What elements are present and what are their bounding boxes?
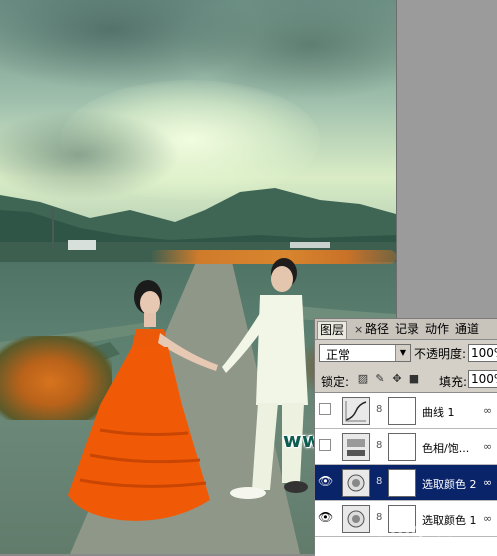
layer-row-curves[interactable]: 8 曲线 1 ∞: [315, 393, 497, 429]
fill-label: 填充:: [439, 375, 468, 389]
layer-row-selective-color-2[interactable]: 👁 8 选取颜色 2 ∞: [315, 465, 497, 501]
visibility-toggle[interactable]: [319, 439, 331, 451]
lock-label: 锁定:: [321, 375, 350, 389]
link-icon: ∞: [483, 404, 493, 417]
tab-channels[interactable]: 通道: [453, 321, 481, 338]
layer-name: 选取颜色 2: [422, 478, 477, 491]
tab-paths[interactable]: 路径: [363, 321, 391, 338]
layer-row-hue-saturation[interactable]: 8 色相/饱... ∞: [315, 429, 497, 465]
link-icon: ∞: [483, 476, 493, 489]
layer-name: 曲线 1: [422, 406, 455, 419]
eye-icon[interactable]: 👁: [318, 510, 333, 524]
opacity-input[interactable]: 100%: [468, 344, 497, 362]
selective-color-icon: [342, 469, 370, 497]
blend-mode-select[interactable]: 正常 ▼: [319, 344, 411, 362]
lock-transparency-icon[interactable]: ▨: [357, 373, 369, 385]
layers-panel: 图层 × 路径 记录 动作 通道 正常 ▼ 不透明度: 100% 锁定: ▨ ✎…: [314, 318, 497, 556]
tab-actions[interactable]: 动作: [423, 321, 451, 338]
hue-saturation-icon: [342, 433, 370, 461]
eye-icon[interactable]: 👁: [318, 474, 333, 488]
opacity-label: 不透明度:: [414, 347, 467, 361]
layer-mask-thumbnail[interactable]: [388, 469, 416, 497]
tab-layers[interactable]: 图层: [317, 321, 348, 339]
fill-input[interactable]: 100%: [468, 370, 497, 388]
link-icon: ∞: [483, 440, 493, 453]
chain-icon[interactable]: 8: [376, 404, 382, 415]
blend-mode-value: 正常: [326, 348, 351, 362]
lock-icon[interactable]: ■: [408, 373, 420, 385]
panel-tab-strip: 图层 × 路径 记录 动作 通道: [315, 319, 497, 340]
brush-icon[interactable]: ✎: [374, 373, 386, 385]
chain-icon[interactable]: 8: [376, 476, 382, 487]
layer-mask-thumbnail[interactable]: [388, 397, 416, 425]
layer-mask-thumbnail[interactable]: [388, 433, 416, 461]
tab-history[interactable]: 记录: [393, 321, 421, 338]
move-icon[interactable]: ✥: [391, 373, 403, 385]
link-icon: ∞: [483, 512, 493, 525]
wedding-couple: [68, 258, 308, 521]
corner-watermark: uibq.com: [376, 520, 478, 541]
chevron-down-icon[interactable]: ▼: [395, 345, 410, 361]
curves-icon: [342, 397, 370, 425]
chain-icon[interactable]: 8: [376, 440, 382, 451]
layer-name: 色相/饱...: [422, 442, 470, 455]
visibility-toggle[interactable]: [319, 403, 331, 415]
selective-color-icon: [342, 505, 370, 533]
